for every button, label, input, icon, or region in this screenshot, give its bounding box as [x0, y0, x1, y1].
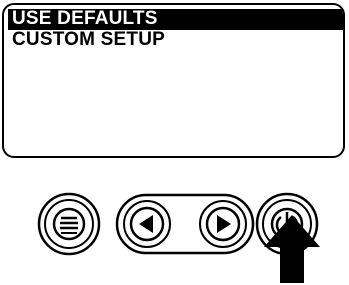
menu-lines-icon [37, 192, 101, 256]
display-screen: USE DEFAULTS CUSTOM SETUP [2, 3, 345, 158]
left-button[interactable] [121, 198, 173, 250]
left-arrow-icon [123, 200, 171, 248]
menu-button[interactable] [37, 192, 101, 256]
menu-item-custom-setup[interactable]: CUSTOM SETUP [8, 30, 343, 51]
pointer-arrow-icon [264, 215, 320, 283]
right-button[interactable] [197, 198, 249, 250]
menu-list: USE DEFAULTS CUSTOM SETUP [8, 9, 343, 51]
right-arrow-icon [199, 200, 247, 248]
menu-item-use-defaults[interactable]: USE DEFAULTS [8, 9, 343, 30]
